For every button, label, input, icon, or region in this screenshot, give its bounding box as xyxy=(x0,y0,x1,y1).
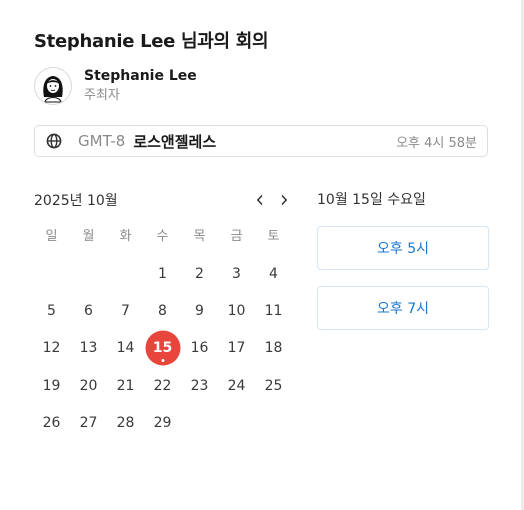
page-title: Stephanie Lee 님과의 회의 xyxy=(34,31,269,52)
host-role: 주최자 xyxy=(84,88,120,103)
calendar-day[interactable]: 14 xyxy=(107,330,144,367)
calendar-header: 2025년 10월 xyxy=(34,190,292,210)
calendar-day[interactable]: 11 xyxy=(255,292,292,329)
month-label: 2025년 10월 xyxy=(34,193,118,209)
chevron-right-icon xyxy=(281,194,288,206)
today-dot xyxy=(161,359,164,363)
calendar-day[interactable]: 28 xyxy=(107,404,144,441)
calendar-day[interactable]: 24 xyxy=(218,367,255,404)
timezone-city: 로스앤젤레스 xyxy=(133,132,217,151)
calendar-day[interactable]: 26 xyxy=(33,404,70,441)
calendar-day[interactable]: 3 xyxy=(218,255,255,292)
woman-portrait-icon xyxy=(43,76,63,103)
calendar-day[interactable]: 20 xyxy=(70,367,107,404)
calendar-day[interactable]: 13 xyxy=(70,330,107,367)
day-number: 15 xyxy=(152,340,173,357)
calendar-day[interactable]: 9 xyxy=(181,292,218,329)
weekday-label: 월 xyxy=(82,229,95,244)
calendar-day[interactable]: 5 xyxy=(33,292,70,329)
host-name: Stephanie Lee xyxy=(84,68,197,84)
calendar-day[interactable]: 27 xyxy=(70,404,107,441)
calendar-day[interactable]: 6 xyxy=(70,292,107,329)
calendar-day[interactable]: 21 xyxy=(107,367,144,404)
calendar-day[interactable]: 4 xyxy=(255,255,292,292)
host-info: Stephanie Lee 주최자 xyxy=(34,66,197,106)
next-month-button[interactable] xyxy=(276,190,292,210)
calendar-day[interactable]: 2 xyxy=(181,255,218,292)
weekday-label: 수 xyxy=(156,229,169,244)
calendar-day[interactable]: 17 xyxy=(218,330,255,367)
timezone-selector[interactable]: GMT-8 로스앤젤레스 오후 4시 58분 xyxy=(34,125,488,157)
calendar-day[interactable]: 8 xyxy=(144,292,181,329)
prev-month-button[interactable] xyxy=(252,190,268,210)
calendar-grid: 1 2 3 4 5 6 7 8 9 10 11 12 13 14 15 16 17 18 19 20 21 22 23 24 2… xyxy=(33,255,292,441)
calendar-day[interactable]: 19 xyxy=(33,367,70,404)
weekday-label: 화 xyxy=(119,229,132,244)
calendar-day[interactable]: 23 xyxy=(181,367,218,404)
weekday-label: 금 xyxy=(230,229,243,244)
calendar-day[interactable]: 18 xyxy=(255,330,292,367)
time-slot-button[interactable]: 오후 7시 xyxy=(317,286,489,330)
calendar-day[interactable]: 29 xyxy=(144,404,181,441)
selected-date-heading: 10월 15일 수요일 xyxy=(317,192,426,208)
timezone-code: GMT-8 xyxy=(78,132,126,150)
calendar-day[interactable]: 16 xyxy=(181,330,218,367)
avatar xyxy=(34,67,72,105)
chevron-left-icon xyxy=(256,194,263,206)
weekday-row: 일월화수목금토 xyxy=(33,227,292,247)
weekday-label: 일 xyxy=(45,229,58,244)
calendar-day[interactable]: 10 xyxy=(218,292,255,329)
time-slot-button[interactable]: 오후 5시 xyxy=(317,226,489,270)
calendar-day[interactable]: 7 xyxy=(107,292,144,329)
empty-day-cell xyxy=(107,255,144,292)
calendar-day[interactable]: 12 xyxy=(33,330,70,367)
empty-day-cell xyxy=(33,255,70,292)
selected-day[interactable]: 15 xyxy=(144,330,181,367)
calendar-day[interactable]: 1 xyxy=(144,255,181,292)
calendar-day[interactable]: 22 xyxy=(144,367,181,404)
empty-day-cell xyxy=(70,255,107,292)
globe-icon xyxy=(45,132,63,150)
weekday-label: 목 xyxy=(193,229,206,244)
weekday-label: 토 xyxy=(267,229,280,244)
calendar-day[interactable]: 25 xyxy=(255,367,292,404)
current-time: 오후 4시 58분 xyxy=(396,135,477,151)
